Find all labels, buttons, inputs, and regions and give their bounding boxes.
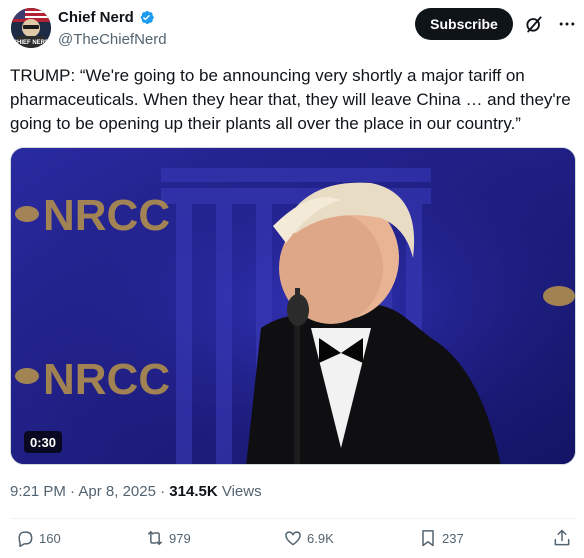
views-label: Views — [221, 483, 262, 500]
tweet-text: TRUMP: “We're going to be announcing ver… — [10, 66, 571, 133]
meta-separator: · — [70, 483, 76, 500]
bookmark-button[interactable]: 237 — [418, 528, 464, 548]
reply-button[interactable]: 160 — [15, 528, 61, 548]
subscribe-button[interactable]: Subscribe — [415, 8, 513, 40]
tweet-time[interactable]: 9:21 PM — [10, 483, 66, 500]
tweet-actions-bar: 160 979 6.9K 237 — [0, 528, 584, 556]
video-duration-badge: 0:30 — [24, 431, 63, 453]
retweet-button[interactable]: 979 — [145, 528, 191, 548]
author-display-name[interactable]: Chief Nerd — [58, 9, 134, 26]
video-player[interactable]: NRCC NRCC — [10, 147, 576, 465]
views-count: 314.5K — [169, 483, 218, 500]
share-icon — [554, 529, 570, 546]
reply-count: 160 — [39, 530, 61, 546]
like-count: 6.9K — [307, 530, 334, 546]
share-button[interactable] — [552, 528, 572, 548]
retweet-icon — [148, 531, 162, 545]
backdrop-logo-top: NRCC — [43, 191, 170, 240]
tweet-header: CHIEF NERD Chief Nerd @TheChiefNerd Subs… — [0, 0, 584, 56]
heart-icon — [285, 531, 301, 546]
verified-badge-icon — [138, 9, 155, 26]
actions-divider — [10, 518, 576, 519]
retweet-count: 979 — [169, 530, 191, 546]
more-dots-icon[interactable] — [557, 14, 577, 34]
grok-icon[interactable] — [524, 14, 544, 34]
reply-icon — [18, 531, 33, 548]
author-handle[interactable]: @TheChiefNerd — [58, 31, 167, 48]
backdrop-logo-bottom: NRCC — [43, 355, 170, 404]
tweet-meta: 9:21 PM · Apr 8, 2025 · 314.5K Views — [10, 483, 262, 500]
author-name-row: Chief Nerd — [58, 9, 155, 26]
avatar-text: CHIEF NERD — [13, 40, 50, 46]
bookmark-count: 237 — [442, 530, 464, 546]
like-button[interactable]: 6.9K — [283, 528, 334, 548]
meta-separator-2: · — [160, 483, 166, 500]
bookmark-icon — [422, 530, 434, 547]
author-avatar[interactable]: CHIEF NERD — [11, 8, 51, 48]
tweet-date[interactable]: Apr 8, 2025 — [78, 483, 156, 500]
